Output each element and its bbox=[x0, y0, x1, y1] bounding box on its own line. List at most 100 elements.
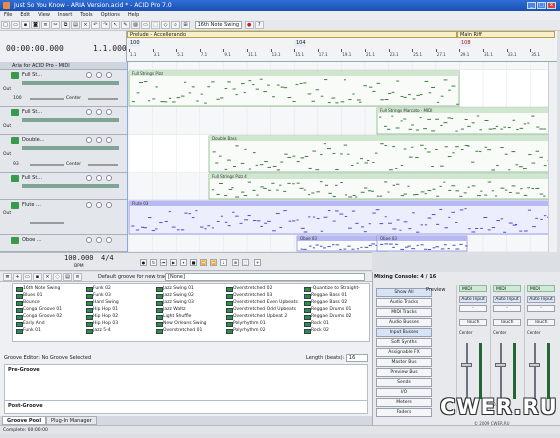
minimize-icon[interactable]: _ bbox=[527, 2, 536, 9]
paint-tool-icon[interactable]: ▨ bbox=[131, 21, 140, 29]
track-timeline[interactable]: Full Strings Pizz Full Strings Marcato - … bbox=[127, 62, 557, 252]
strip-name[interactable]: MIDI bbox=[493, 285, 521, 292]
groove-add-icon[interactable]: + bbox=[13, 273, 22, 281]
mixer-button[interactable]: Assignable FX bbox=[376, 348, 432, 357]
mixer-button[interactable]: I/O bbox=[376, 388, 432, 397]
arm-record-icon[interactable] bbox=[106, 202, 112, 208]
track-name[interactable]: Full St... bbox=[22, 175, 42, 181]
track-header-6[interactable]: Oboe ... bbox=[0, 235, 127, 252]
open-icon[interactable]: ▭ bbox=[11, 21, 20, 29]
groove-item[interactable]: Hard Swing bbox=[85, 299, 119, 306]
track-name[interactable]: Oboe ... bbox=[22, 237, 42, 243]
groove-item[interactable]: Funk 03 bbox=[85, 292, 119, 299]
mixer-button[interactable]: Audio Busses bbox=[376, 318, 432, 327]
volume-slider[interactable] bbox=[30, 222, 64, 224]
volume-slider[interactable] bbox=[30, 164, 64, 166]
mixer-button[interactable]: MIDI Tracks bbox=[376, 308, 432, 317]
menu-help[interactable]: Help bbox=[128, 12, 139, 18]
arm-record-icon[interactable] bbox=[106, 175, 112, 181]
groove-item[interactable]: 16th Note Swing bbox=[15, 285, 62, 292]
tempo-value[interactable]: 100.000 bbox=[64, 254, 94, 262]
groove-delete-icon[interactable]: × bbox=[43, 273, 52, 281]
none-select[interactable]: - bbox=[493, 305, 521, 312]
none-select[interactable]: - bbox=[527, 305, 555, 312]
go-to-end-icon[interactable]: ⏩ bbox=[210, 259, 217, 266]
none-select[interactable]: - bbox=[459, 305, 487, 312]
solo-icon[interactable] bbox=[96, 72, 102, 78]
fader-cap[interactable] bbox=[495, 363, 506, 367]
zoom-tool-icon[interactable]: ⌕ bbox=[171, 21, 180, 29]
touch-button[interactable]: Touch bbox=[459, 319, 487, 326]
record-transport-icon[interactable]: ● bbox=[140, 259, 147, 266]
properties-icon[interactable]: ≡ bbox=[41, 21, 50, 29]
fader-cap[interactable] bbox=[529, 363, 540, 367]
groove-props-icon[interactable]: ≡ bbox=[73, 273, 82, 281]
paste-icon[interactable]: ▤ bbox=[71, 21, 80, 29]
volume-slider[interactable] bbox=[30, 98, 64, 100]
groove-view-icon[interactable]: ▤ bbox=[63, 273, 72, 281]
mute-icon[interactable] bbox=[86, 137, 92, 143]
track-header-5[interactable]: Flute ... Out bbox=[0, 200, 127, 235]
redo-icon[interactable]: ↷ bbox=[101, 21, 110, 29]
envelope-tool-icon[interactable]: ◇ bbox=[161, 21, 170, 29]
selection-tool-icon[interactable]: ⬚ bbox=[151, 21, 160, 29]
groove-new-icon[interactable]: ◌ bbox=[53, 273, 62, 281]
mixer-button[interactable]: Show All bbox=[376, 288, 432, 297]
groove-item[interactable]: Hip Hop 03 bbox=[85, 320, 119, 327]
solo-icon[interactable] bbox=[96, 109, 102, 115]
groove-item[interactable]: -Quantize to Straight- bbox=[303, 285, 360, 292]
input-button[interactable]: Auto Input bbox=[527, 296, 555, 303]
zoom-in-icon[interactable]: + bbox=[254, 259, 261, 266]
groove-item[interactable]: Funk 01 bbox=[15, 327, 62, 334]
strip-name[interactable]: MIDI bbox=[527, 285, 555, 292]
solo-icon[interactable] bbox=[96, 137, 102, 143]
groove-item[interactable]: Jazz 5-4 bbox=[85, 327, 119, 334]
play-from-start-icon[interactable]: ⏮ bbox=[160, 259, 167, 266]
pause-icon[interactable]: ⏸ bbox=[180, 259, 187, 266]
arm-record-icon[interactable] bbox=[106, 137, 112, 143]
play-icon[interactable]: ▶ bbox=[170, 259, 177, 266]
pan-slider[interactable] bbox=[88, 98, 118, 100]
groove-item[interactable]: Jazz Swing 01 bbox=[155, 285, 207, 292]
stop-icon[interactable]: ■ bbox=[190, 259, 197, 266]
track-header-0[interactable]: Aria for ACID Pro - MIDI bbox=[0, 62, 127, 70]
draw-tool-icon[interactable]: ✎ bbox=[121, 21, 130, 29]
touch-button[interactable]: Touch bbox=[527, 319, 555, 326]
delete-icon[interactable]: × bbox=[81, 21, 90, 29]
tab-groove-pool[interactable]: Groove Pool bbox=[2, 416, 47, 425]
groove-save-icon[interactable]: ▪ bbox=[33, 273, 42, 281]
mixer-button[interactable]: Input Busses bbox=[376, 328, 432, 337]
track-header-3[interactable]: Double... Out 93 Center bbox=[0, 135, 127, 173]
marker-prelude[interactable]: Prelude - Accellerando bbox=[127, 31, 457, 38]
metronome-icon[interactable]: ♩ bbox=[220, 259, 227, 266]
groove-item[interactable]: Jazz Waltz bbox=[155, 306, 207, 313]
groove-item[interactable]: Early And bbox=[15, 320, 62, 327]
menu-edit[interactable]: Edit bbox=[20, 12, 30, 18]
pan-slider[interactable] bbox=[88, 164, 118, 166]
groove-item[interactable]: Overstretched 01 bbox=[155, 327, 207, 334]
menu-insert[interactable]: Insert bbox=[58, 12, 72, 18]
mute-icon[interactable] bbox=[86, 175, 92, 181]
menu-file[interactable]: File bbox=[4, 12, 12, 18]
groove-item[interactable]: Overstretched Even Upbeats bbox=[225, 299, 298, 306]
track-header-2[interactable]: Full St... Out bbox=[0, 107, 127, 135]
groove-item[interactable]: Blues 01 bbox=[15, 292, 62, 299]
timeline-canvas[interactable]: Full Strings Pizz Full Strings Marcato - … bbox=[127, 62, 557, 252]
mute-icon[interactable] bbox=[86, 237, 92, 243]
help-icon[interactable]: ? bbox=[254, 21, 264, 29]
groove-item[interactable]: Hip Hop 01 bbox=[85, 306, 119, 313]
mute-icon[interactable] bbox=[86, 109, 92, 115]
undo-icon[interactable]: ↶ bbox=[91, 21, 100, 29]
input-button[interactable]: Auto Input bbox=[459, 296, 487, 303]
strip-name[interactable]: MIDI bbox=[459, 285, 487, 292]
vertical-scrollbar[interactable] bbox=[548, 62, 557, 252]
maximize-icon[interactable]: □ bbox=[537, 2, 546, 9]
post-groove-pane[interactable]: Post-Groove bbox=[4, 400, 368, 414]
groove-item[interactable]: Reggae Drums 01 bbox=[303, 306, 360, 313]
close-icon[interactable]: x bbox=[547, 2, 556, 9]
timeline-ruler[interactable]: Prelude - Accellerando Main Riff 100 104… bbox=[127, 31, 557, 62]
pre-groove-pane[interactable]: Pre-Groove bbox=[4, 364, 368, 404]
tempo-marker-2[interactable]: 104 bbox=[294, 40, 306, 47]
track-header-1[interactable]: Full St... Out 100 Center bbox=[0, 70, 127, 107]
groove-item[interactable]: Reggae Bass 01 bbox=[303, 292, 360, 299]
